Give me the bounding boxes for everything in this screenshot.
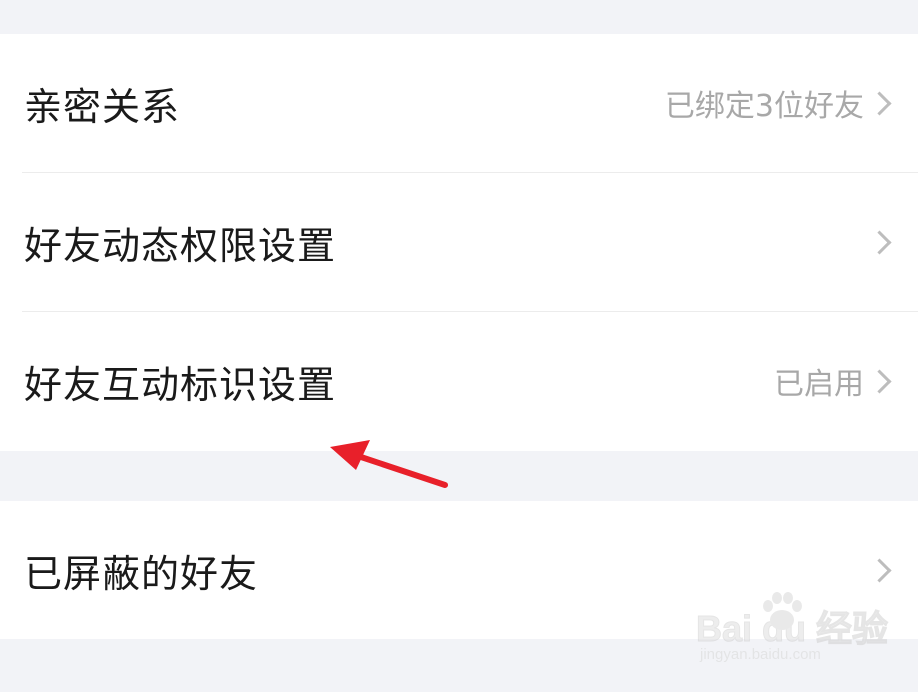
intimate-relationship-row[interactable]: 亲密关系 已绑定3位好友: [0, 34, 918, 172]
settings-group-blocked: 已屏蔽的好友: [0, 501, 918, 639]
row-value: 已绑定3位好友: [664, 89, 864, 124]
blocked-friends-row[interactable]: 已屏蔽的好友: [0, 501, 918, 639]
friend-interaction-badge-row[interactable]: 好友互动标识设置 已启用: [0, 312, 918, 450]
chevron-right-icon: [867, 557, 892, 583]
row-label: 好友动态权限设置: [24, 223, 337, 268]
row-label: 好友互动标识设置: [24, 362, 337, 407]
friend-feed-permission-row[interactable]: 好友动态权限设置: [0, 173, 918, 311]
watermark-domain: jingyan.baidu.com: [700, 646, 821, 663]
chevron-right-icon: [867, 368, 892, 394]
row-value: 已启用: [774, 367, 864, 402]
row-label: 已屏蔽的好友: [24, 551, 259, 596]
settings-group-friends: 亲密关系 已绑定3位好友 好友动态权限设置 好友互动标识设置 已启用: [0, 34, 918, 451]
chevron-right-icon: [867, 229, 892, 255]
settings-page: 亲密关系 已绑定3位好友 好友动态权限设置 好友互动标识设置 已启用 已屏蔽的好…: [0, 0, 918, 692]
chevron-right-icon: [867, 90, 892, 116]
row-label: 亲密关系: [24, 84, 181, 129]
